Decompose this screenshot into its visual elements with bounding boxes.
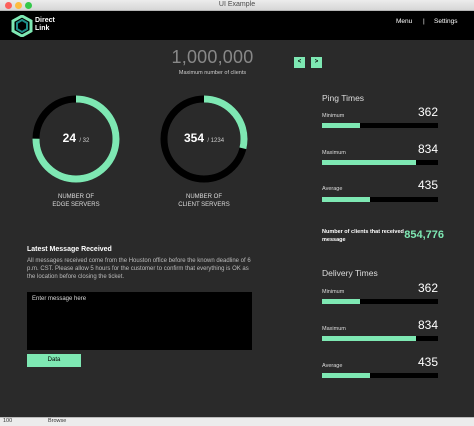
ping-minimum-bar xyxy=(322,123,438,128)
delivery-maximum-bar-fill xyxy=(322,336,416,341)
window-title: UI Example xyxy=(218,1,256,8)
edge-servers-count: 24 / 32 xyxy=(30,131,122,145)
ping-maximum-bar-fill xyxy=(322,160,416,165)
logo-line-2: Link xyxy=(35,25,50,32)
delivery-maximum-label: Maximum xyxy=(322,326,346,332)
ping-average-bar xyxy=(322,197,438,202)
delivery-average-bar-fill xyxy=(322,373,370,378)
delivery-times-title: Delivery Times xyxy=(322,268,378,278)
ping-maximum-label: Maximum xyxy=(322,150,346,156)
max-clients-label: Maximum number of clients xyxy=(178,70,247,76)
previous-button[interactable]: < xyxy=(294,57,305,68)
max-clients-value: 1,000,000 xyxy=(171,47,254,67)
data-button[interactable]: Data xyxy=(27,354,81,367)
ping-maximum-bar xyxy=(322,160,438,165)
status-bar: 100 Browse xyxy=(0,417,474,426)
ping-average-label: Average xyxy=(322,186,343,192)
menu-separator: | xyxy=(423,18,425,25)
delivery-maximum-bar xyxy=(322,336,438,341)
ping-average-bar-fill xyxy=(322,197,370,202)
client-servers-label-line-2: CLIENT SERVERS xyxy=(178,202,230,208)
delivery-average-bar xyxy=(322,373,438,378)
ping-minimum-value: 362 xyxy=(417,105,438,119)
edge-servers-total: / 32 xyxy=(79,138,90,144)
logo-line-1: Direct xyxy=(35,17,55,24)
settings-link[interactable]: Settings xyxy=(434,18,458,25)
delivery-minimum-label: Minimum xyxy=(322,289,345,295)
message-input[interactable] xyxy=(27,292,252,350)
delivery-average-value: 435 xyxy=(417,355,438,369)
ping-maximum-value: 834 xyxy=(417,142,438,156)
edge-servers-label-line-1: NUMBER OF xyxy=(58,194,94,200)
clients-received-value: 854,776 xyxy=(404,229,444,241)
edge-servers-value: 24 xyxy=(62,131,76,145)
client-servers-value: 354 xyxy=(183,131,204,145)
menu-link[interactable]: Menu xyxy=(396,18,412,25)
edge-servers-label: NUMBER OF EDGE SERVERS xyxy=(30,193,122,209)
client-servers-label-line-1: NUMBER OF xyxy=(186,194,222,200)
window-titlebar: UI Example xyxy=(0,0,474,11)
direct-link-logo-icon xyxy=(11,15,33,37)
edge-servers-gauge: 24 / 32 xyxy=(30,93,122,185)
ping-average-value: 435 xyxy=(417,178,438,192)
client-servers-gauge: 354 / 1234 xyxy=(158,93,250,185)
browse-label[interactable]: Browse xyxy=(48,418,66,424)
client-servers-total: / 1234 xyxy=(207,138,225,144)
ping-minimum-label: Minimum xyxy=(322,113,345,119)
top-navigation-bar: Direct Link Menu | Settings xyxy=(0,11,474,40)
logo-text: Direct Link xyxy=(35,17,55,33)
latest-message-body: All messages received come from the Hous… xyxy=(27,258,251,280)
delivery-average-label: Average xyxy=(322,363,343,369)
ping-minimum-bar-fill xyxy=(322,123,361,128)
delivery-maximum-value: 834 xyxy=(417,318,438,332)
ping-times-title: Ping Times xyxy=(322,93,365,103)
delivery-minimum-bar xyxy=(322,299,438,304)
latest-message-title: Latest Message Received xyxy=(27,246,112,253)
delivery-minimum-value: 362 xyxy=(417,281,438,295)
client-servers-count: 354 / 1234 xyxy=(158,131,250,145)
edge-servers-label-line-2: EDGE SERVERS xyxy=(52,202,100,208)
zoom-level[interactable]: 100 xyxy=(3,418,12,424)
client-servers-label: NUMBER OF CLIENT SERVERS xyxy=(158,193,250,209)
next-button[interactable]: > xyxy=(311,57,322,68)
delivery-minimum-bar-fill xyxy=(322,299,361,304)
